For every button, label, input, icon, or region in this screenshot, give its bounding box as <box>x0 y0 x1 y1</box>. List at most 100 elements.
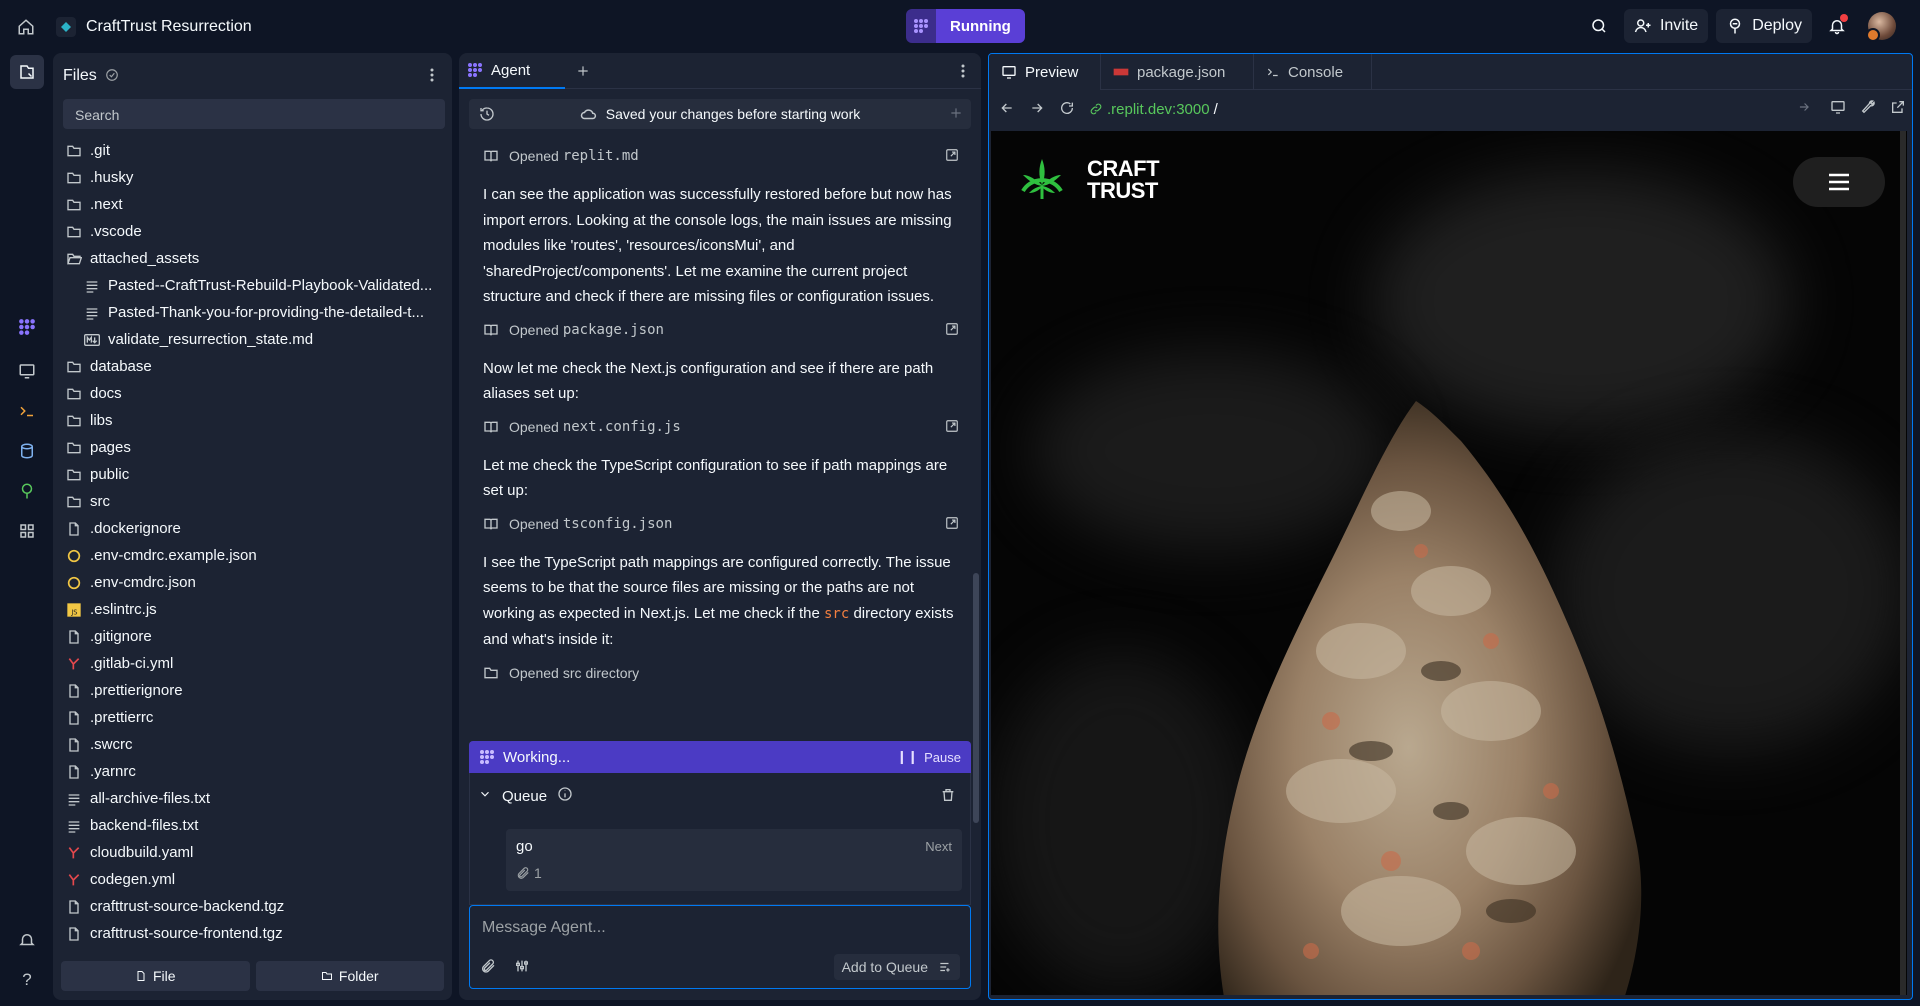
file-tree-item[interactable]: public <box>61 461 431 488</box>
collapse-chevron-icon[interactable] <box>478 787 492 805</box>
agent-scroll-thumb[interactable] <box>973 573 979 823</box>
history-icon[interactable] <box>479 106 495 125</box>
files-tool-icon[interactable] <box>10 55 44 89</box>
repl-title[interactable]: CraftTrust Resurrection <box>56 13 252 41</box>
file-tree-item[interactable]: .prettierrc <box>61 704 431 731</box>
file-tree-item[interactable]: all-archive-files.txt <box>61 785 431 812</box>
avatar[interactable] <box>1866 12 1896 42</box>
file-tree-item[interactable]: JS .eslintrc.js <box>61 596 431 623</box>
agent-tool-icon[interactable] <box>14 314 40 340</box>
file-tree-item-label: .prettierrc <box>90 709 154 726</box>
database-tool-icon[interactable] <box>14 438 40 464</box>
pause-button[interactable]: ❙❙ Pause <box>896 749 961 765</box>
agent-action-row[interactable]: Opened package.json <box>469 318 969 342</box>
site-logo[interactable]: CRAFT TRUST <box>1013 153 1160 207</box>
file-tree-item[interactable]: .env-cmdrc.example.json <box>61 542 431 569</box>
file-tree-item-label: .husky <box>90 169 134 186</box>
file-tree-item[interactable]: .gitignore <box>61 623 431 650</box>
file-tree-item[interactable]: .gitlab-ci.yml <box>61 650 431 677</box>
files-search-input[interactable]: Search <box>63 99 445 129</box>
tab-package-json[interactable]: package.json <box>1101 54 1254 90</box>
home-icon[interactable] <box>14 15 38 39</box>
run-button[interactable]: Running <box>936 9 1025 43</box>
go-arrow-icon[interactable] <box>1797 100 1811 117</box>
file-tree-item[interactable]: .swcrc <box>61 731 431 758</box>
file-tree-item[interactable]: Pasted--CraftTrust-Rebuild-Playbook-Vali… <box>61 272 431 299</box>
files-menu-icon[interactable] <box>424 67 440 86</box>
file-tree-item[interactable]: .husky <box>61 164 431 191</box>
open-file-icon[interactable] <box>945 516 959 533</box>
open-file-icon[interactable] <box>945 419 959 436</box>
devtools-wrench-icon[interactable] <box>1860 99 1876 118</box>
checkpoint-banner[interactable]: Saved your changes before starting work <box>469 99 971 129</box>
file-tree-item[interactable]: crafttrust-source-backend.tgz <box>61 893 431 920</box>
trash-icon[interactable] <box>940 787 956 806</box>
file-tree-item[interactable]: src <box>61 488 431 515</box>
open-file-icon[interactable] <box>945 148 959 165</box>
file-tree-item[interactable]: .dockerignore <box>61 515 431 542</box>
new-folder-button[interactable]: Folder <box>255 961 444 991</box>
agent-action-row[interactable]: Opened replit.md <box>469 144 969 168</box>
info-icon[interactable] <box>557 786 573 806</box>
agent-action-row[interactable]: Opened src directory <box>469 661 969 685</box>
file-tree-item[interactable]: validate_resurrection_state.md <box>61 326 431 353</box>
forward-arrow-icon[interactable] <box>1029 100 1045 119</box>
file-tree-item[interactable]: crafttrust-source-frontend.tgz <box>61 920 431 947</box>
hamburger-menu-icon <box>1829 173 1849 191</box>
file-tree-item[interactable]: libs <box>61 407 431 434</box>
add-to-queue-button[interactable]: Add to Queue <box>833 954 960 980</box>
file-tree-item[interactable]: .env-cmdrc.json <box>61 569 431 596</box>
open-file-icon[interactable] <box>945 322 959 339</box>
agent-action-row[interactable]: Opened next.config.js <box>469 415 969 439</box>
new-tab-plus-icon[interactable] <box>573 61 593 81</box>
queue-item[interactable]: go Next 1 <box>506 829 962 891</box>
expand-plus-icon[interactable] <box>949 106 963 123</box>
text-file-icon <box>65 817 83 835</box>
device-monitor-icon[interactable] <box>1830 99 1846 118</box>
url-field[interactable]: .replit.dev:3000/ <box>1089 95 1789 123</box>
agent-icon <box>480 750 494 764</box>
file-tree-item[interactable]: Pasted-Thank-you-for-providing-the-detai… <box>61 299 431 326</box>
open-new-tab-icon[interactable] <box>1890 99 1906 118</box>
console-tool-icon[interactable] <box>14 398 40 424</box>
file-tree-item[interactable]: database <box>61 353 431 380</box>
file-tree-item[interactable]: codegen.yml <box>61 866 431 893</box>
file-tree-item[interactable]: docs <box>61 380 431 407</box>
notifications-bell-icon[interactable] <box>1820 9 1854 43</box>
tab-console[interactable]: Console <box>1254 54 1372 90</box>
agent-menu-icon[interactable] <box>955 63 971 82</box>
preview-tool-icon[interactable] <box>14 358 40 384</box>
tab-agent[interactable]: Agent <box>459 53 565 89</box>
file-tree-item[interactable]: .next <box>61 191 431 218</box>
file-tree-item-label: .env-cmdrc.json <box>90 574 196 591</box>
site-menu-button[interactable] <box>1793 157 1885 207</box>
settings-sliders-icon[interactable] <box>514 958 530 977</box>
file-tree-item-label: .gitignore <box>90 628 152 645</box>
tab-preview[interactable]: Preview <box>989 54 1101 90</box>
alerts-icon[interactable] <box>14 927 40 953</box>
queue-item-next[interactable]: Next <box>925 839 952 854</box>
agent-action-row[interactable]: Opened tsconfig.json <box>469 512 969 536</box>
deployments-tool-icon[interactable] <box>14 478 40 504</box>
search-icon[interactable] <box>1582 9 1616 43</box>
run-control[interactable]: Running <box>906 9 1025 43</box>
attach-paperclip-icon[interactable] <box>480 958 496 977</box>
file-icon <box>65 736 83 754</box>
file-tree-item[interactable]: .vscode <box>61 218 431 245</box>
help-icon[interactable]: ? <box>14 967 40 993</box>
file-tree-item[interactable]: attached_assets <box>61 245 431 272</box>
message-input[interactable] <box>482 916 952 940</box>
file-tree-item[interactable]: .yarnrc <box>61 758 431 785</box>
invite-button[interactable]: Invite <box>1623 9 1709 43</box>
file-tree-item[interactable]: .git <box>61 137 431 164</box>
back-arrow-icon[interactable] <box>999 100 1015 119</box>
all-tools-icon[interactable] <box>14 518 40 544</box>
file-tree-item[interactable]: cloudbuild.yaml <box>61 839 431 866</box>
site-scrollbar[interactable] <box>1900 131 1906 995</box>
file-tree-item[interactable]: backend-files.txt <box>61 812 431 839</box>
new-file-button[interactable]: File <box>61 961 250 991</box>
file-tree-item[interactable]: .prettierignore <box>61 677 431 704</box>
reload-icon[interactable] <box>1059 100 1075 119</box>
file-tree-item[interactable]: pages <box>61 434 431 461</box>
deploy-button[interactable]: Deploy <box>1716 9 1812 43</box>
